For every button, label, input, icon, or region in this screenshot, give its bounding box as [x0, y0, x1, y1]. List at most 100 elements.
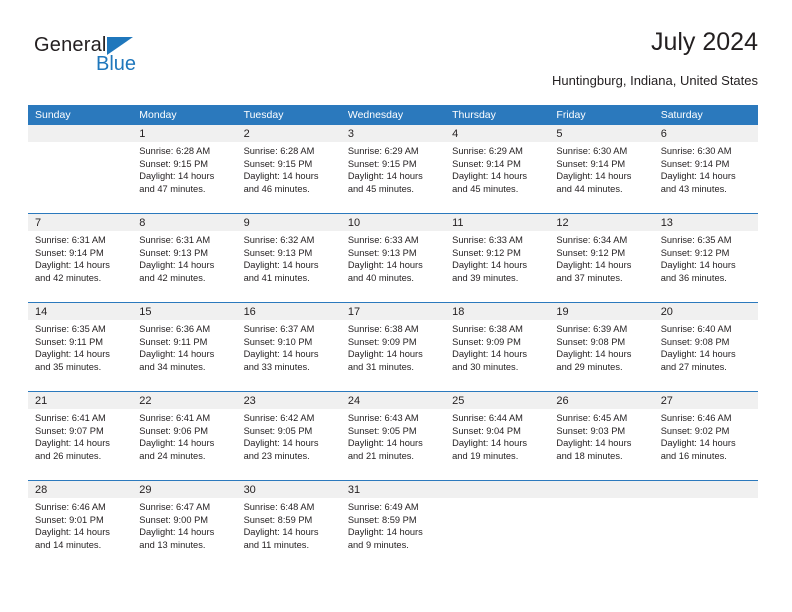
- day-details: Sunrise: 6:42 AM Sunset: 9:05 PM Dayligh…: [237, 409, 341, 462]
- sunrise-text: Sunrise: 6:44 AM: [452, 413, 523, 423]
- sunset-text: Sunset: 9:02 PM: [660, 425, 730, 436]
- day-details: Sunrise: 6:37 AM Sunset: 9:10 PM Dayligh…: [237, 320, 341, 373]
- calendar-day-cell[interactable]: 22 Sunrise: 6:41 AM Sunset: 9:06 PM Dayl…: [132, 392, 237, 480]
- calendar-day-cell[interactable]: 26 Sunrise: 6:45 AM Sunset: 9:03 PM Dayl…: [549, 392, 654, 480]
- calendar-day-cell[interactable]: 7 Sunrise: 6:31 AM Sunset: 9:14 PM Dayli…: [28, 214, 133, 302]
- calendar-day-cell[interactable]: 2 Sunrise: 6:28 AM Sunset: 9:15 PM Dayli…: [236, 125, 341, 213]
- sunset-text: Sunset: 9:05 PM: [243, 425, 313, 436]
- weekday-header-sunday: Sunday: [35, 109, 71, 121]
- daylight-text-line2: and 47 minutes.: [139, 183, 206, 194]
- day-details: Sunrise: 6:29 AM Sunset: 9:15 PM Dayligh…: [341, 142, 445, 195]
- sunset-text: Sunset: 9:13 PM: [139, 247, 209, 258]
- sunset-text: Sunset: 9:14 PM: [660, 158, 730, 169]
- sunrise-text: Sunrise: 6:41 AM: [35, 413, 106, 423]
- sunrise-text: Sunrise: 6:39 AM: [556, 324, 628, 334]
- day-details: Sunrise: 6:28 AM Sunset: 9:15 PM Dayligh…: [132, 142, 236, 195]
- calendar-day-cell[interactable]: 15 Sunrise: 6:36 AM Sunset: 9:11 PM Dayl…: [132, 303, 237, 391]
- calendar-day-cell[interactable]: 27 Sunrise: 6:46 AM Sunset: 9:02 PM Dayl…: [653, 392, 758, 480]
- day-number: 11: [445, 214, 550, 231]
- day-number: 23: [236, 392, 341, 409]
- calendar-day-cell[interactable]: 19 Sunrise: 6:39 AM Sunset: 9:08 PM Dayl…: [549, 303, 654, 391]
- day-number: [549, 481, 654, 498]
- day-number: 19: [549, 303, 654, 320]
- daylight-text-line1: Daylight: 14 hours: [347, 527, 423, 538]
- calendar-day-cell[interactable]: 11 Sunrise: 6:33 AM Sunset: 9:12 PM Dayl…: [445, 214, 550, 302]
- sunrise-text: Sunrise: 6:31 AM: [139, 235, 211, 245]
- calendar-day-cell[interactable]: 3 Sunrise: 6:29 AM Sunset: 9:15 PM Dayli…: [340, 125, 446, 213]
- day-number: 17: [340, 303, 446, 320]
- calendar-day-cell[interactable]: 30 Sunrise: 6:48 AM Sunset: 8:59 PM Dayl…: [236, 481, 341, 569]
- daylight-text-line1: Daylight: 14 hours: [139, 349, 215, 360]
- calendar-day-cell[interactable]: 28 Sunrise: 6:46 AM Sunset: 9:01 PM Dayl…: [28, 481, 133, 569]
- calendar-day-cell[interactable]: 9 Sunrise: 6:32 AM Sunset: 9:13 PM Dayli…: [236, 214, 341, 302]
- calendar-day-cell[interactable]: 10 Sunrise: 6:33 AM Sunset: 9:13 PM Dayl…: [340, 214, 446, 302]
- calendar-day-cell[interactable]: 1 Sunrise: 6:28 AM Sunset: 9:15 PM Dayli…: [132, 125, 237, 213]
- calendar-day-cell[interactable]: 21 Sunrise: 6:41 AM Sunset: 9:07 PM Dayl…: [28, 392, 133, 480]
- daylight-text-line2: and 31 minutes.: [347, 361, 414, 372]
- calendar-day-cell[interactable]: 24 Sunrise: 6:43 AM Sunset: 9:05 PM Dayl…: [340, 392, 446, 480]
- calendar-day-cell[interactable]: 16 Sunrise: 6:37 AM Sunset: 9:10 PM Dayl…: [236, 303, 341, 391]
- calendar-day-cell[interactable]: 17 Sunrise: 6:38 AM Sunset: 9:09 PM Dayl…: [340, 303, 446, 391]
- calendar-day-cell[interactable]: 18 Sunrise: 6:38 AM Sunset: 9:09 PM Dayl…: [445, 303, 550, 391]
- sunrise-text: Sunrise: 6:45 AM: [556, 413, 628, 423]
- daylight-text-line2: and 24 minutes.: [139, 450, 206, 461]
- sunset-text: Sunset: 9:06 PM: [139, 425, 209, 436]
- daylight-text-line1: Daylight: 14 hours: [35, 438, 110, 449]
- day-number: 18: [445, 303, 550, 320]
- sunset-text: Sunset: 9:01 PM: [35, 514, 104, 525]
- calendar-day-cell[interactable]: 31 Sunrise: 6:49 AM Sunset: 8:59 PM Dayl…: [340, 481, 446, 569]
- day-number: 20: [653, 303, 758, 320]
- sunset-text: Sunset: 8:59 PM: [347, 514, 417, 525]
- daylight-text-line1: Daylight: 14 hours: [452, 260, 528, 271]
- sunrise-text: Sunrise: 6:29 AM: [452, 146, 523, 156]
- calendar-day-cell[interactable]: 12 Sunrise: 6:34 AM Sunset: 9:12 PM Dayl…: [549, 214, 654, 302]
- calendar-day-cell[interactable]: 25 Sunrise: 6:44 AM Sunset: 9:04 PM Dayl…: [445, 392, 550, 480]
- day-number: 5: [549, 125, 654, 142]
- sunrise-text: Sunrise: 6:33 AM: [347, 235, 419, 245]
- calendar-day-cell[interactable]: 20 Sunrise: 6:40 AM Sunset: 9:08 PM Dayl…: [653, 303, 758, 391]
- daylight-text-line1: Daylight: 14 hours: [452, 349, 528, 360]
- daylight-text-line2: and 33 minutes.: [243, 361, 310, 372]
- day-details: Sunrise: 6:48 AM Sunset: 8:59 PM Dayligh…: [237, 498, 341, 551]
- sunrise-text: Sunrise: 6:28 AM: [243, 146, 315, 156]
- sunrise-text: Sunrise: 6:37 AM: [243, 324, 315, 334]
- calendar-day-cell[interactable]: 29 Sunrise: 6:47 AM Sunset: 9:00 PM Dayl…: [132, 481, 237, 569]
- day-details: Sunrise: 6:45 AM Sunset: 9:03 PM Dayligh…: [549, 409, 653, 462]
- day-details: Sunrise: 6:32 AM Sunset: 9:13 PM Dayligh…: [237, 231, 341, 284]
- day-number: 30: [236, 481, 341, 498]
- calendar-day-cell[interactable]: 6 Sunrise: 6:30 AM Sunset: 9:14 PM Dayli…: [653, 125, 758, 213]
- sunrise-text: Sunrise: 6:40 AM: [660, 324, 732, 334]
- calendar-day-cell: [653, 481, 758, 569]
- weekday-header-row: Sunday Monday Tuesday Wednesday Thursday…: [28, 105, 758, 125]
- calendar-day-cell[interactable]: 4 Sunrise: 6:29 AM Sunset: 9:14 PM Dayli…: [445, 125, 550, 213]
- sunrise-text: Sunrise: 6:38 AM: [452, 324, 523, 334]
- general-blue-logo[interactable]: General Blue: [34, 34, 174, 82]
- calendar-day-cell[interactable]: 23 Sunrise: 6:42 AM Sunset: 9:05 PM Dayl…: [236, 392, 341, 480]
- daylight-text-line2: and 27 minutes.: [660, 361, 727, 372]
- daylight-text-line2: and 34 minutes.: [139, 361, 206, 372]
- calendar-day-cell[interactable]: 5 Sunrise: 6:30 AM Sunset: 9:14 PM Dayli…: [549, 125, 654, 213]
- daylight-text-line2: and 36 minutes.: [660, 272, 727, 283]
- day-number: 9: [236, 214, 341, 231]
- daylight-text-line1: Daylight: 14 hours: [243, 349, 319, 360]
- calendar-day-cell: [28, 125, 133, 213]
- sunrise-text: Sunrise: 6:49 AM: [347, 502, 419, 512]
- sunset-text: Sunset: 9:15 PM: [347, 158, 417, 169]
- daylight-text-line2: and 42 minutes.: [139, 272, 206, 283]
- day-number: 3: [340, 125, 446, 142]
- day-details: Sunrise: 6:49 AM Sunset: 8:59 PM Dayligh…: [341, 498, 445, 551]
- day-details: Sunrise: 6:30 AM Sunset: 9:14 PM Dayligh…: [549, 142, 653, 195]
- day-details: Sunrise: 6:30 AM Sunset: 9:14 PM Dayligh…: [654, 142, 758, 195]
- calendar-day-cell[interactable]: 13 Sunrise: 6:35 AM Sunset: 9:12 PM Dayl…: [653, 214, 758, 302]
- daylight-text-line2: and 21 minutes.: [347, 450, 414, 461]
- calendar-day-cell[interactable]: 14 Sunrise: 6:35 AM Sunset: 9:11 PM Dayl…: [28, 303, 133, 391]
- calendar-day-cell: [549, 481, 654, 569]
- sunrise-text: Sunrise: 6:30 AM: [660, 146, 732, 156]
- daylight-text-line1: Daylight: 14 hours: [556, 171, 632, 182]
- daylight-text-line1: Daylight: 14 hours: [556, 349, 632, 360]
- calendar-day-cell[interactable]: 8 Sunrise: 6:31 AM Sunset: 9:13 PM Dayli…: [132, 214, 237, 302]
- page-header: General Blue July 2024 Huntingburg, Indi…: [28, 28, 758, 98]
- weekday-header-thursday: Thursday: [452, 109, 496, 121]
- day-details: Sunrise: 6:41 AM Sunset: 9:06 PM Dayligh…: [132, 409, 236, 462]
- day-details: [549, 498, 653, 501]
